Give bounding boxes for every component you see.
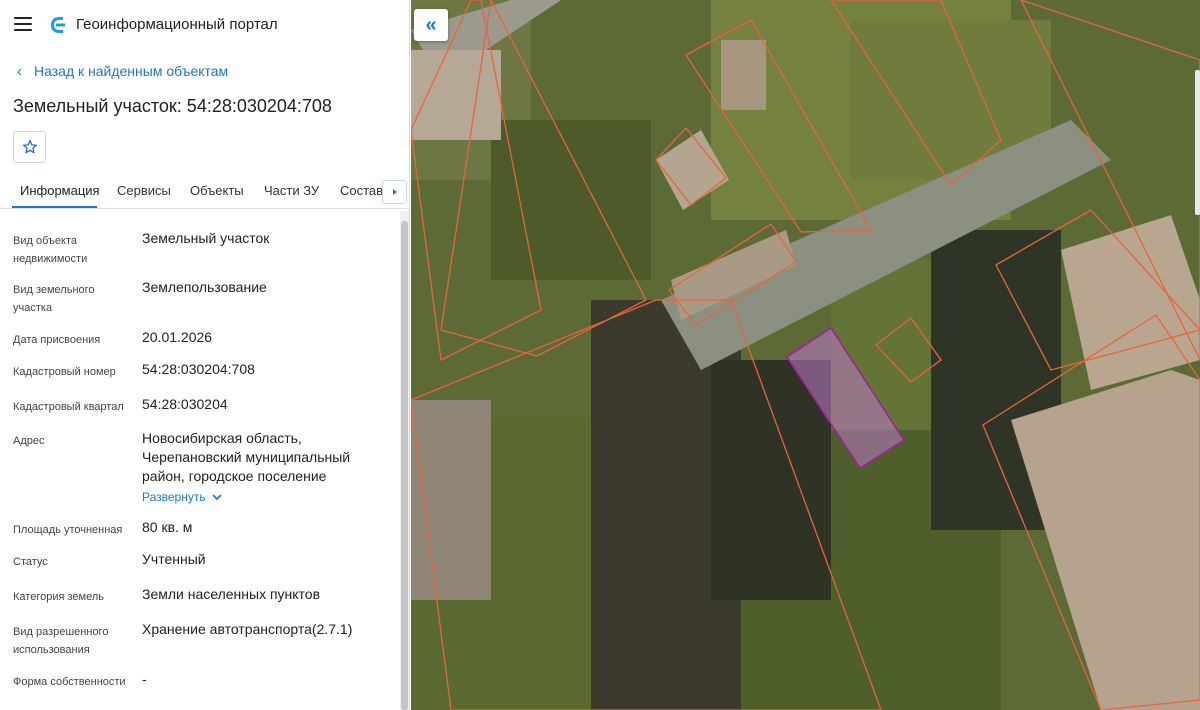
- tab-objects[interactable]: Объекты: [190, 183, 244, 198]
- chevron-down-icon: [212, 494, 222, 501]
- info-panel: Геоинформационный портал ‹ Назад к найде…: [0, 0, 410, 710]
- tabs-scroll-button[interactable]: [382, 180, 407, 204]
- object-title: Земельный участок: 54:28:030204:708: [13, 96, 332, 116]
- tab-composition[interactable]: Состав: [340, 183, 383, 198]
- info-label: Вид земельного участка: [13, 284, 95, 314]
- info-value: 80 кв. м: [142, 519, 193, 535]
- info-label: Форма собственности: [13, 676, 126, 688]
- info-value: Земельный участок: [142, 230, 270, 246]
- info-value: Землепользование: [142, 279, 267, 295]
- info-value: Земли населенных пунктов: [142, 586, 321, 602]
- info-label: Кадастровый квартал: [13, 401, 124, 413]
- info-value: Учтенный: [142, 551, 206, 567]
- chevron-left-icon: ‹: [17, 62, 22, 80]
- tab-services[interactable]: Сервисы: [117, 183, 171, 198]
- star-icon: [22, 140, 37, 154]
- tab-parts[interactable]: Части ЗУ: [264, 183, 319, 198]
- top-bar: Геоинформационный портал: [0, 0, 409, 52]
- info-label: Категория земель: [13, 591, 104, 603]
- scrollbar-thumb[interactable]: [401, 221, 408, 710]
- info-label: Дата присвоения: [13, 334, 101, 346]
- info-value: 54:28:030204: [142, 396, 228, 412]
- app-title: Геоинформационный портал: [76, 16, 278, 33]
- back-to-results-link[interactable]: ‹ Назад к найденным объектам: [17, 63, 228, 79]
- info-label: Вид разрешенного использования: [13, 626, 109, 656]
- info-label: Вид объекта недвижимости: [13, 235, 88, 265]
- double-chevron-left-icon: «: [425, 13, 437, 36]
- hamburger-icon[interactable]: [14, 17, 32, 31]
- favorite-button[interactable]: [13, 131, 46, 163]
- info-value: Хранение автотранспорта(2.7.1): [142, 621, 353, 637]
- back-link-label: Назад к найденным объектам: [34, 63, 229, 79]
- panel-scrollbar[interactable]: [400, 211, 409, 710]
- expand-link[interactable]: Развернуть: [142, 488, 222, 507]
- expand-label: Развернуть: [142, 490, 206, 504]
- info-value: 54:28:030204:708: [142, 361, 255, 377]
- info-list: Вид объекта недвижимости Земельный участ…: [0, 211, 398, 710]
- info-label: Площадь уточненная: [13, 524, 123, 536]
- info-label: Статус: [13, 556, 48, 568]
- address-text: Новосибирская область, Черепановский мун…: [142, 430, 351, 484]
- info-value: 20.01.2026: [142, 329, 213, 345]
- tab-bar: Информация Сервисы Объекты Части ЗУ Сост…: [0, 175, 409, 209]
- info-value-address: Новосибирская область, Черепановский мун…: [142, 429, 387, 507]
- info-label: Кадастровый номер: [13, 366, 116, 378]
- info-value: -: [142, 671, 147, 687]
- collapse-panel-button[interactable]: «: [414, 9, 448, 41]
- portal-logo-icon: [51, 17, 65, 33]
- tab-information[interactable]: Информация: [20, 183, 100, 198]
- satellite-imagery: [411, 0, 1200, 710]
- active-tab-indicator: [12, 206, 97, 208]
- map-scrollbar[interactable]: [1195, 70, 1200, 215]
- caret-right-icon: [392, 189, 397, 195]
- info-label: Адрес: [13, 435, 45, 447]
- map-view[interactable]: «: [411, 0, 1200, 710]
